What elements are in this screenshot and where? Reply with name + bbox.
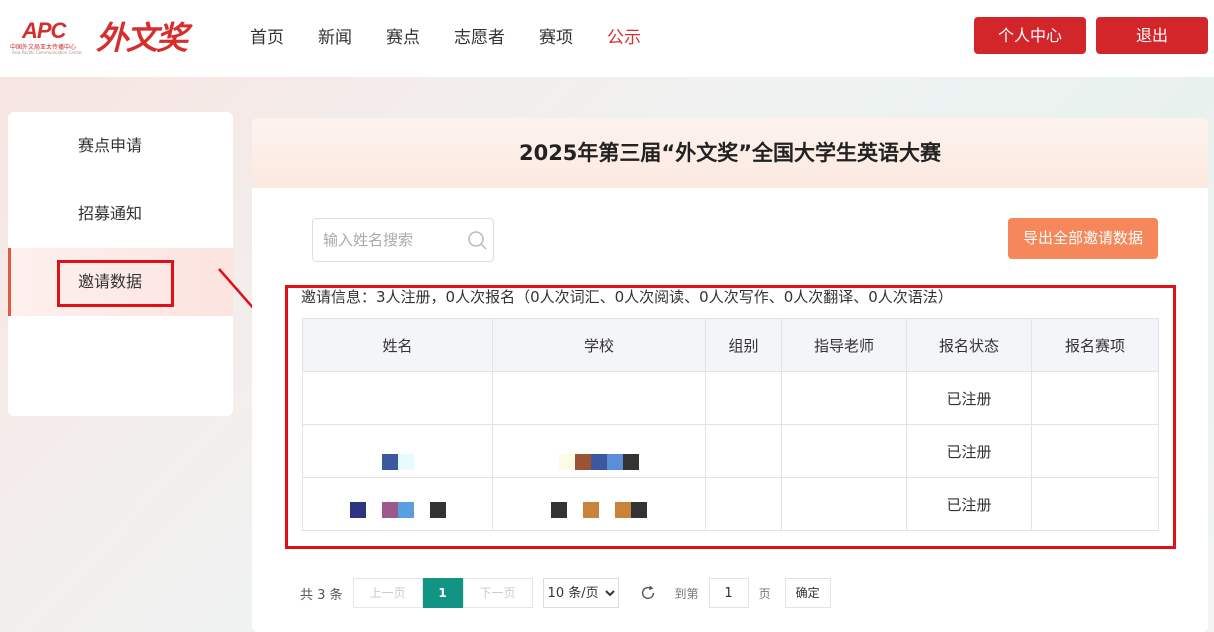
- nav-news[interactable]: 新闻: [318, 26, 352, 50]
- nav-home[interactable]: 首页: [250, 26, 284, 50]
- search-box[interactable]: [312, 218, 494, 262]
- apc-logo[interactable]: APC 中国外文局亚太传播中心 Asia-Pacific Communicati…: [10, 18, 82, 58]
- nav-events[interactable]: 赛项: [539, 26, 573, 50]
- sidebar-item-recruit-notice[interactable]: 招募通知: [8, 180, 233, 248]
- nav-venue[interactable]: 赛点: [386, 26, 420, 50]
- annotation-highlight-sidebar: [57, 260, 174, 307]
- pager-prev-button[interactable]: 上一页: [352, 578, 423, 608]
- nav-volunteer[interactable]: 志愿者: [454, 26, 505, 50]
- refresh-icon[interactable]: [639, 584, 657, 602]
- pager-page-1[interactable]: 1: [422, 578, 463, 608]
- top-header: APC 中国外文局亚太传播中心 Asia-Pacific Communicati…: [0, 0, 1214, 77]
- pager-size-select[interactable]: 10 条/页: [542, 578, 619, 608]
- annotation-highlight-table: [285, 285, 1176, 549]
- page-title: 2025年第三届“外文奖”全国大学生英语大赛: [252, 118, 1208, 188]
- search-icon[interactable]: [467, 230, 487, 250]
- apc-logo-text: APC: [22, 18, 66, 43]
- search-input[interactable]: [313, 219, 463, 261]
- main-nav: 首页 新闻 赛点 志愿者 赛项 公示: [250, 26, 675, 50]
- pager-goto-input[interactable]: [708, 578, 749, 608]
- pager-next-button[interactable]: 下一页: [462, 578, 533, 608]
- logout-button[interactable]: 退出: [1096, 17, 1208, 54]
- pager-goto-label: 到第: [674, 586, 699, 601]
- pager-total: 共 3 条: [300, 587, 343, 603]
- pagination: 共 3 条 上一页 1 下一页 10 条/页 到第 页 确定: [300, 578, 831, 608]
- profile-button[interactable]: 个人中心: [974, 17, 1086, 54]
- pager-confirm-button[interactable]: 确定: [784, 578, 831, 608]
- apc-logo-subtitle-en: Asia-Pacific Communication Center: [12, 50, 83, 55]
- award-logo[interactable]: 外文奖: [96, 18, 188, 58]
- pager-page-label: 页: [758, 586, 771, 601]
- export-all-button[interactable]: 导出全部邀请数据: [1008, 218, 1158, 259]
- sidebar-item-venue-apply[interactable]: 赛点申请: [8, 112, 233, 180]
- nav-announcement[interactable]: 公示: [607, 26, 641, 50]
